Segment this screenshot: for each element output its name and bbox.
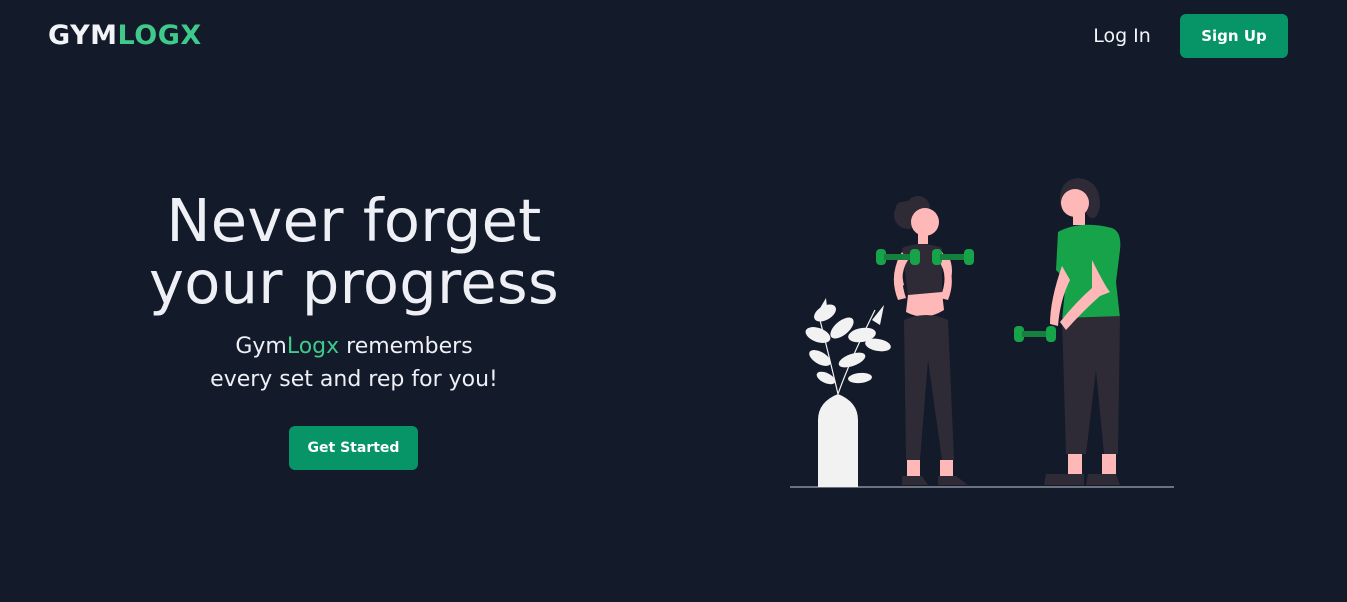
logo-part-gym: GYM bbox=[48, 20, 118, 51]
logo-part-logx: LOGX bbox=[117, 20, 202, 51]
landing-page: GYMLOGX Log In Sign Up Never forget your… bbox=[0, 0, 1347, 602]
subtitle-brand-gym: Gym bbox=[235, 334, 287, 359]
subtitle-brand-logx: Logx bbox=[286, 334, 340, 359]
hero-subtitle-line1: GymLogx remembers bbox=[154, 330, 554, 363]
get-started-button[interactable]: Get Started bbox=[289, 426, 418, 470]
hero-title-line2: your progress bbox=[148, 248, 559, 317]
woman-figure bbox=[876, 196, 974, 485]
dumbbell-icon bbox=[1014, 326, 1056, 342]
dumbbell-icon bbox=[932, 249, 974, 265]
man-figure bbox=[1014, 178, 1121, 485]
hero-title-line1: Never forget bbox=[166, 186, 542, 255]
hero-subtitle-line2: every set and rep for you! bbox=[210, 367, 498, 392]
login-link[interactable]: Log In bbox=[1084, 20, 1160, 52]
brand-logo[interactable]: GYMLOGX bbox=[48, 18, 202, 54]
subtitle-remembers: remembers bbox=[339, 334, 473, 359]
hero-subtitle: GymLogx remembers every set and rep for … bbox=[154, 330, 554, 396]
workout-illustration bbox=[790, 178, 1174, 488]
hero-title: Never forget your progress bbox=[104, 190, 604, 314]
plant-icon bbox=[805, 298, 891, 487]
signup-button[interactable]: Sign Up bbox=[1180, 14, 1288, 58]
